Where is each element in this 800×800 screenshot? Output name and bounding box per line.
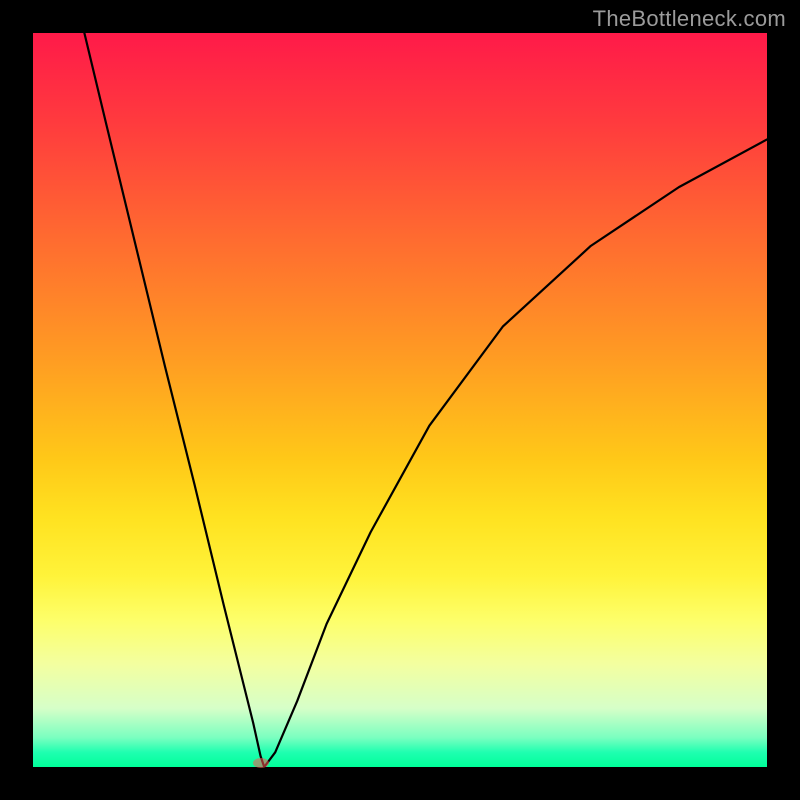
curve-left-path: [84, 33, 264, 767]
curve-svg: [33, 33, 767, 767]
watermark-text: TheBottleneck.com: [593, 6, 786, 32]
chart-frame: TheBottleneck.com: [0, 0, 800, 800]
plot-area: [33, 33, 767, 767]
curve-right-path: [264, 139, 767, 767]
minimum-marker: [253, 758, 269, 768]
